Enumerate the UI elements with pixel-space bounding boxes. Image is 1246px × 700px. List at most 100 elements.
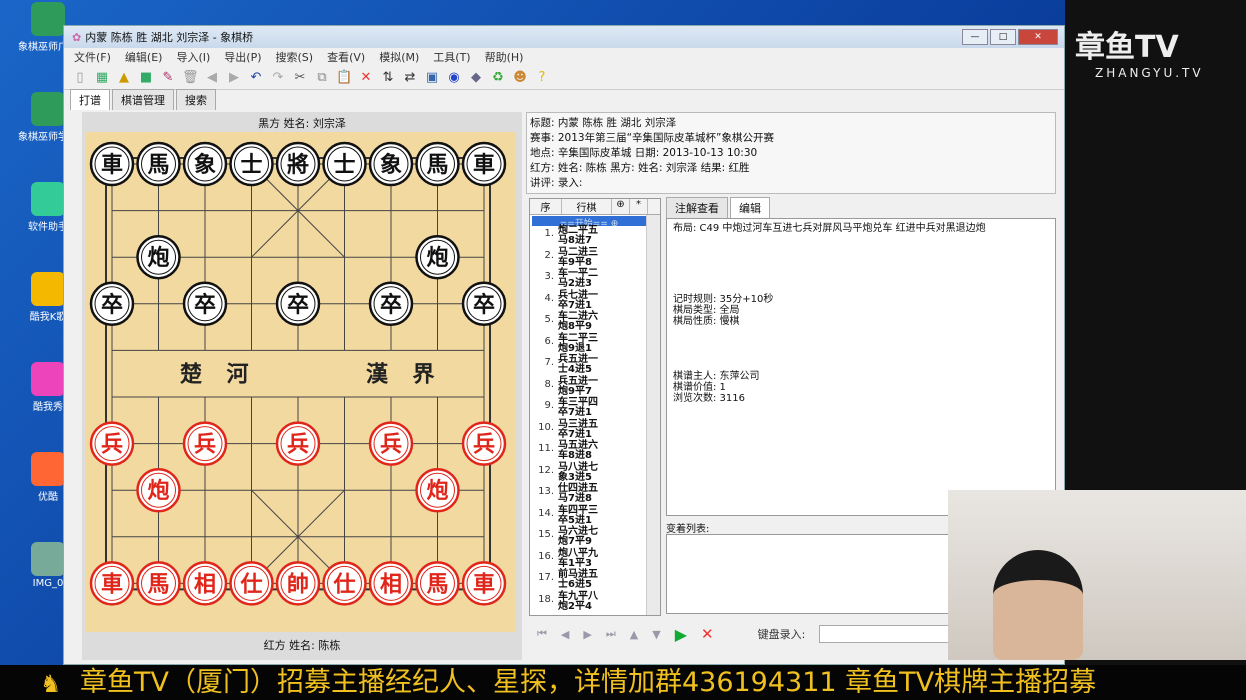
upload-icon[interactable]: ♻ [490,70,506,86]
next-move-icon[interactable]: ▶ [583,628,591,641]
move-list[interactable]: 序 行棋 ⊕ * ==开始== ⊕ 1. 炮二平五 马8进7 2. 马二进三 车9平8 3.… [529,198,661,616]
cut-icon[interactable]: ✂ [292,70,308,86]
tab-2[interactable]: 搜索 [176,89,216,110]
menu-item[interactable]: 工具(T) [433,49,470,65]
move-row[interactable]: 12. 马八进七 象3进5 [530,462,660,485]
piece-label: 炮 [426,245,448,271]
tag-icon[interactable]: ◆ [468,70,484,86]
move-row[interactable]: 16. 炮八平九 车1平3 [530,548,660,571]
move-row[interactable]: 4. 兵七进一 卒7进1 [530,290,660,313]
back-icon[interactable]: ◀ [204,70,220,86]
last-move-icon[interactable]: ⏭ [606,627,616,641]
play-icon[interactable]: ◉ [446,70,462,86]
piece-label: 車 [473,572,495,597]
menu-item[interactable]: 帮助(H) [485,49,524,65]
piece-label: 兵 [380,433,402,458]
move-row[interactable]: 10. 马三进五 卒7进1 [530,418,660,442]
grid-icon[interactable]: ▦ [94,70,110,86]
board-icon[interactable]: ▣ [424,70,440,86]
piece-label: 卒 [101,292,123,318]
tab-0[interactable]: 打谱 [70,89,110,110]
move-row[interactable]: 2. 马二进三 车9平8 [530,247,660,270]
keyboard-input[interactable] [819,625,950,643]
annotation-tab-0[interactable]: 注解查看 [666,197,728,218]
move-row[interactable]: 13. 仕四进五 马7进8 [530,484,660,506]
redo-icon[interactable]: ↷ [270,70,286,86]
move-row[interactable]: 5. 车二进六 炮8平9 [530,312,660,334]
red-move: 车四平三 [558,504,598,516]
piece-label: 兵 [287,433,309,458]
black-move: 象3进5 [558,471,592,483]
move-row[interactable]: 11. 马五进六 车8进8 [530,441,660,463]
piece-label: 兵 [194,433,216,458]
xiangqi-board[interactable]: 楚河漢界123456789九八七六五四三二一車馬象士將士象馬車炮炮卒卒卒卒卒兵兵… [86,132,516,632]
up-icon[interactable]: ▲ [630,628,638,641]
autoplay-icon[interactable]: ▶ [675,625,687,644]
move-row[interactable]: 7. 兵五进一 士4进5 [530,355,660,377]
copy-icon[interactable]: ⧉ [314,70,330,86]
window-title: 内蒙 陈栋 胜 湖北 刘宗泽 - 象棋桥 [85,31,254,44]
move-row[interactable]: 17. 前马进五 士6进5 [530,570,660,592]
black-move: 卒7进1 [558,299,592,311]
move-row[interactable]: 18. 车九平八 炮2平4 [530,591,660,614]
col-star: * [630,199,648,214]
prev-move-icon[interactable]: ◀ [561,628,569,641]
black-move: 炮9平7 [558,385,592,397]
move-row[interactable]: 6. 车二平三 炮9退1 [530,332,660,356]
menu-bar: 文件(F) 编辑(E) 导入(I) 导出(P) 搜索(S) 查看(V) 模拟(M) 工具(T)… [64,48,1064,66]
menu-item[interactable]: 导入(I) [176,49,210,65]
menu-item[interactable]: 搜索(S) [276,49,314,65]
move-list-scrollbar[interactable] [646,215,660,615]
open-icon[interactable]: ▲ [116,70,132,86]
move-row[interactable]: 15. 马六进七 炮7平9 [530,527,660,549]
save-icon[interactable]: ■ [138,70,154,86]
move-row[interactable]: 8. 兵五进一 炮9平7 [530,376,660,399]
black-move: 卒7进1 [558,407,592,418]
new-icon[interactable]: ▯ [72,70,88,86]
piece-label: 馬 [426,153,448,178]
red-move: 车二平三 [558,332,598,344]
undo-icon[interactable]: ↶ [248,70,264,86]
users-icon[interactable]: ☻ [512,70,528,86]
piece-label: 炮 [426,478,448,504]
move-row[interactable]: 3. 车一平二 马2进3 [530,269,660,291]
move-row[interactable]: 14. 车四平三 卒5进1 [530,504,660,528]
forward-icon[interactable]: ▶ [226,70,242,86]
tab-1[interactable]: 棋谱管理 [112,89,174,110]
piece-label: 士 [333,153,355,178]
annotation-tab-1[interactable]: 编辑 [730,197,770,218]
help-icon[interactable]: ? [534,70,550,86]
edit-icon[interactable]: ✎ [160,70,176,86]
swap-vertical-icon[interactable]: ⇅ [380,70,396,86]
black-move: 炮9退1 [558,342,592,354]
app-shortcut-icon [31,272,65,306]
move-number: 9. [544,400,554,411]
menu-item[interactable]: 模拟(M) [379,49,419,65]
maximize-button[interactable]: □ [990,29,1016,45]
move-number: 1. [544,228,554,239]
menu-item[interactable]: 编辑(E) [125,49,163,65]
remove-icon[interactable]: ✕ [358,70,374,86]
swap-horizontal-icon[interactable]: ⇄ [402,70,418,86]
piece-label: 炮 [147,245,169,271]
close-button[interactable]: ✕ [1018,29,1058,45]
menu-item[interactable]: 导出(P) [224,49,261,65]
menu-item[interactable]: 查看(V) [327,49,365,65]
first-move-icon[interactable]: ⏮ [537,627,547,641]
move-number: 16. [538,550,554,562]
meta-line: 棋谱主人: 东萍公司 [673,371,760,382]
minimize-button[interactable]: — [962,29,988,45]
delete-icon[interactable]: 🗑 [182,70,199,86]
down-icon[interactable]: ▼ [652,628,660,641]
webcam-overlay [948,490,1246,660]
move-row[interactable]: 1. 炮二平五 马8进7 [530,226,660,248]
app-shortcut-icon [31,362,65,396]
menu-item[interactable]: 文件(F) [74,49,111,65]
black-move: 马8进7 [558,235,592,246]
stop-icon[interactable]: ✕ [701,625,714,643]
piece-label: 車 [473,153,495,178]
paste-icon[interactable]: 📋 [336,70,352,86]
red-player-label: 红方 姓名: 陈栋 [263,639,341,652]
move-row[interactable]: 9. 车三平四 卒7进1 [530,398,660,420]
red-move: 马三进五 [558,418,598,430]
